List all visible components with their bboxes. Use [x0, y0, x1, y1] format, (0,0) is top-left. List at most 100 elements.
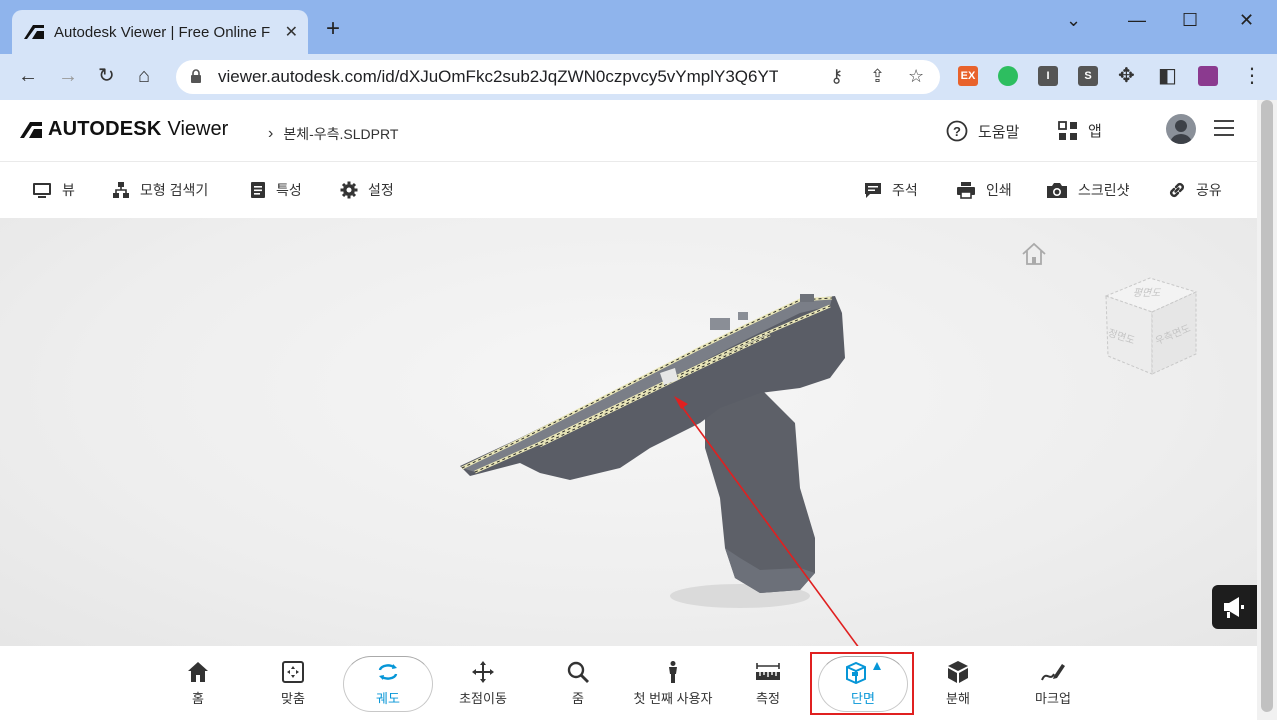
person-icon — [669, 661, 677, 683]
ruler-icon — [756, 663, 780, 680]
apps-button[interactable]: 앱 — [1058, 120, 1102, 141]
back-icon[interactable]: ← — [18, 64, 38, 88]
new-tab-icon[interactable]: + — [326, 17, 340, 41]
ex-extension-icon[interactable]: EX — [958, 66, 978, 86]
properties-icon — [251, 182, 265, 198]
hamburger-menu-icon[interactable] — [1214, 120, 1234, 136]
extensions-puzzle-icon[interactable]: ✥ — [1118, 64, 1135, 88]
viewcube[interactable]: 평면도 정면도 우측면도 — [1098, 270, 1204, 382]
tool-label: 마크업 — [1035, 691, 1071, 706]
settings-button[interactable]: 설정 — [340, 180, 394, 200]
home-icon[interactable]: ⌂ — [138, 64, 150, 88]
help-label: 도움말 — [978, 123, 1020, 141]
i-extension-icon[interactable]: I — [1038, 66, 1058, 86]
print-button[interactable]: 인쇄 — [956, 180, 1012, 200]
tool-label: 초점이동 — [459, 691, 507, 706]
browser-tab[interactable]: Autodesk Viewer | Free Online F ✕ — [12, 10, 308, 54]
autodesk-logo-icon — [24, 25, 44, 39]
maximize-icon[interactable]: ☐ — [1182, 10, 1198, 31]
avatar[interactable] — [1166, 114, 1196, 144]
key-icon[interactable]: ⚷ — [830, 66, 843, 87]
comments-button[interactable]: 주석 — [864, 180, 918, 200]
lock-icon — [191, 69, 201, 83]
tool-explode[interactable]: 분해 — [913, 660, 1003, 707]
explode-cube-icon — [948, 661, 968, 683]
profile-extension-icon[interactable] — [1198, 66, 1218, 86]
svg-text:?: ? — [953, 124, 961, 139]
tool-orbit[interactable]: 궤도 — [343, 660, 433, 707]
properties-label: 특성 — [276, 182, 302, 198]
megaphone-icon — [1224, 597, 1244, 618]
page-scrollbar[interactable] — [1257, 100, 1277, 720]
bottom-toolbar: 홈 맞춤 궤도 초점이동 줌 첫 번째 사용자 측정 단면 분해 마크업 — [0, 646, 1257, 720]
tool-label: 분해 — [946, 691, 970, 706]
share-label: 공유 — [1196, 182, 1222, 198]
tool-label: 궤도 — [376, 691, 400, 706]
autodesk-mark-icon — [20, 121, 42, 138]
tool-label: 첫 번째 사용자 — [633, 691, 713, 706]
tab-search-chevron-icon[interactable]: ⌄ — [1066, 10, 1081, 31]
viewcube-home-icon[interactable] — [1020, 242, 1048, 266]
scrollbar-thumb[interactable] — [1261, 100, 1273, 712]
tool-measure[interactable]: 측정 — [723, 660, 813, 707]
properties-button[interactable]: 특성 — [250, 180, 302, 200]
share-button[interactable]: 공유 — [1168, 180, 1222, 200]
annotation-highlight-box — [810, 652, 914, 715]
gear-icon — [340, 181, 358, 199]
tool-markup[interactable]: 마크업 — [1008, 660, 1098, 707]
fit-to-view-icon — [282, 661, 304, 683]
forward-icon[interactable]: → — [58, 64, 78, 88]
browser-window: Autodesk Viewer | Free Online F ✕ + ⌄ — … — [0, 0, 1277, 720]
orbit-icon — [378, 664, 398, 680]
tool-home[interactable]: 홈 — [153, 660, 243, 707]
print-label: 인쇄 — [986, 182, 1012, 198]
tool-fit[interactable]: 맞춤 — [248, 660, 338, 707]
minimize-icon[interactable]: — — [1128, 10, 1146, 31]
tool-zoom[interactable]: 줌 — [533, 660, 623, 707]
home-icon — [188, 662, 208, 682]
bookmark-star-icon[interactable]: ☆ — [908, 66, 924, 87]
tab-strip: Autodesk Viewer | Free Online F ✕ + ⌄ — … — [0, 0, 1277, 54]
browser-menu-icon[interactable]: ⋮ — [1242, 64, 1262, 88]
tool-label: 줌 — [572, 691, 584, 706]
tool-label: 맞춤 — [281, 691, 305, 706]
viewcube-top-label[interactable]: 평면도 — [1131, 284, 1164, 299]
evernote-extension-icon[interactable] — [998, 66, 1018, 86]
side-panel-icon[interactable]: ◧ — [1158, 64, 1177, 88]
markup-pen-icon — [1041, 664, 1065, 681]
screenshot-button[interactable]: 스크린샷 — [1046, 180, 1130, 200]
address-bar[interactable]: viewer.autodesk.com/id/dXJuOmFkc2sub2JqZ… — [176, 60, 940, 94]
tab-title: Autodesk Viewer | Free Online F — [54, 23, 270, 41]
chevron-right-icon: › — [268, 125, 274, 142]
close-window-icon[interactable]: ✕ — [1239, 10, 1254, 31]
hierarchy-icon — [113, 182, 129, 198]
breadcrumb: › 본체-우측.SLDPRT — [268, 124, 398, 144]
screenshot-label: 스크린샷 — [1078, 182, 1130, 198]
file-name: 본체-우측.SLDPRT — [283, 126, 399, 142]
app-header: AUTODESK Viewer › 본체-우측.SLDPRT ? 도움말 앱 — [0, 100, 1257, 162]
reload-icon[interactable]: ↻ — [98, 64, 115, 88]
secondary-toolbar: 뷰 모형 검색기 특성 설정 주석 인쇄 스크린샷 공유 — [0, 162, 1257, 218]
section-model[interactable] — [460, 294, 845, 593]
model-canvas[interactable]: 평면도 정면도 우측면도 — [0, 218, 1257, 646]
camera-icon — [1047, 183, 1067, 198]
browser-toolbar: ← → ↻ ⌂ viewer.autodesk.com/id/dXJuOmFkc… — [0, 54, 1277, 100]
printer-icon — [957, 182, 975, 199]
announcement-button[interactable] — [1212, 585, 1257, 629]
help-icon: ? — [946, 120, 968, 142]
view-button[interactable]: 뷰 — [32, 180, 75, 200]
comment-icon — [865, 183, 881, 198]
model-browser-button[interactable]: 모형 검색기 — [112, 180, 208, 200]
model-browser-label: 모형 검색기 — [140, 182, 209, 198]
autodesk-brand[interactable]: AUTODESK Viewer — [20, 118, 228, 141]
view-label: 뷰 — [62, 182, 75, 198]
tool-pan[interactable]: 초점이동 — [438, 660, 528, 707]
apps-grid-icon — [1058, 120, 1077, 140]
tool-label: 홈 — [192, 691, 204, 706]
tab-close-icon[interactable]: ✕ — [285, 22, 298, 42]
tool-first-person[interactable]: 첫 번째 사용자 — [628, 660, 718, 707]
share-page-icon[interactable]: ⇪ — [870, 66, 885, 87]
monitor-icon — [33, 183, 51, 198]
s-extension-icon[interactable]: S — [1078, 66, 1098, 86]
help-button[interactable]: ? 도움말 — [946, 120, 1019, 142]
